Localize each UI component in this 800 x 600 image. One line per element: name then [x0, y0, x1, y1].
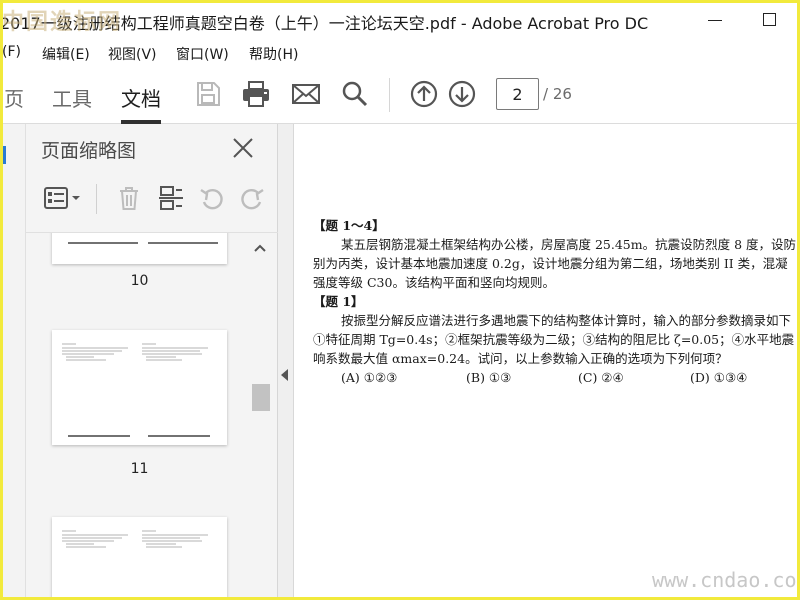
tab-tools[interactable]: 工具: [52, 83, 92, 112]
toolbar-separator: [389, 78, 390, 112]
paragraph-line: 某五层钢筋混凝土框架结构办公楼，房屋高度 25.45m。抗震设防烈度 8 度，设…: [341, 237, 797, 252]
option-d: (D) ①③④: [690, 370, 748, 385]
thumbnail-label: 10: [130, 273, 149, 289]
document-page: 【题 1～4】 某五层钢筋混凝土框架结构办公楼，房屋高度 25.45m。抗震设防…: [313, 216, 800, 387]
paragraph-line: 别为丙类，设计基本地震加速度 0.2g，设计地震分组为第二组，场地类别 II 类…: [313, 256, 788, 271]
print-icon[interactable]: [241, 79, 271, 109]
paragraph-line: 响系数最大值 αmax=0.24。试问，以上参数输入正确的选项为下列何项？: [313, 351, 728, 366]
question-group-heading: 【题 1～4】: [313, 218, 385, 233]
paragraph-line: 按振型分解反应谱法进行多遇地震下的结构整体计算时，输入的部分参数摘录如下: [341, 313, 792, 328]
trash-icon[interactable]: [115, 184, 143, 212]
extract-pages-icon[interactable]: [157, 184, 185, 212]
save-icon[interactable]: [193, 79, 223, 109]
option-b: (B) ①③: [466, 370, 512, 385]
tab-document[interactable]: 文档: [121, 83, 161, 112]
panel-title: 页面缩略图: [41, 140, 137, 162]
menu-edit[interactable]: 编辑(E): [42, 44, 90, 64]
thumbnail-page-10[interactable]: [52, 233, 227, 264]
thumbnail-page-11[interactable]: [52, 330, 227, 445]
arrow-up-circle-icon[interactable]: [409, 79, 439, 109]
collapse-left-icon[interactable]: [281, 369, 288, 381]
toolbar: 页 工具 文档 / 26: [0, 66, 800, 124]
page-total: / 26: [543, 85, 572, 103]
page-number-input[interactable]: [496, 78, 539, 110]
rotate-left-icon[interactable]: [198, 184, 226, 212]
paragraph-line: ①特征周期 Tg=0.4s；②框架抗震等级为二级；③结构的阻尼比 ζ=0.05；…: [313, 332, 795, 347]
panel-collapse-handle[interactable]: [278, 124, 294, 600]
panel-toolbar-separator: [96, 184, 97, 214]
paragraph-line: 强度等级 C30。该结构平面和竖向均规则。: [313, 275, 555, 290]
menu-bar: (F) 编辑(E) 视图(V) 窗口(W) 帮助(H): [0, 40, 800, 66]
maximize-button[interactable]: [756, 8, 784, 32]
mail-icon[interactable]: [291, 79, 321, 109]
menu-window[interactable]: 窗口(W): [176, 44, 229, 64]
menu-file[interactable]: (F): [2, 44, 21, 60]
title-bar: 2017一级注册结构工程师真题空白卷（上午）一注论坛天空.pdf - Adobe…: [0, 0, 800, 40]
arrow-down-circle-icon[interactable]: [447, 79, 477, 109]
minimize-button[interactable]: [702, 8, 730, 32]
navigation-pane-strip: [0, 124, 26, 600]
thumbnail-page-12[interactable]: [52, 517, 227, 600]
watermark-url: www.cndao.com: [652, 568, 800, 592]
rotate-right-icon[interactable]: [238, 184, 266, 212]
thumbnail-scrollbar[interactable]: [250, 233, 270, 600]
answer-options: (A) ①②③ (B) ①③ (C) ②④ (D) ①③④: [313, 368, 800, 387]
close-icon[interactable]: [231, 136, 255, 160]
document-view[interactable]: 【题 1～4】 某五层钢筋混凝土框架结构办公楼，房屋高度 25.45m。抗震设防…: [295, 124, 800, 600]
scrollbar-thumb[interactable]: [252, 384, 270, 411]
page-thumbnails-panel: 页面缩略图 10 11: [26, 124, 278, 600]
menu-help[interactable]: 帮助(H): [249, 44, 298, 64]
question-heading: 【题 1】: [313, 294, 364, 309]
option-a: (A) ①②③: [341, 370, 398, 385]
tab-home[interactable]: 页: [4, 83, 24, 112]
option-c: (C) ②④: [578, 370, 624, 385]
thumbnail-label: 11: [130, 461, 149, 477]
menu-view[interactable]: 视图(V): [108, 44, 157, 64]
active-pane-indicator: [3, 146, 6, 164]
list-options-icon[interactable]: [43, 184, 83, 212]
scroll-up-icon[interactable]: [252, 239, 268, 252]
thumbnail-list: 10 11: [26, 232, 278, 600]
search-icon[interactable]: [340, 79, 370, 109]
watermark-logo: 中国造标网: [2, 9, 123, 35]
